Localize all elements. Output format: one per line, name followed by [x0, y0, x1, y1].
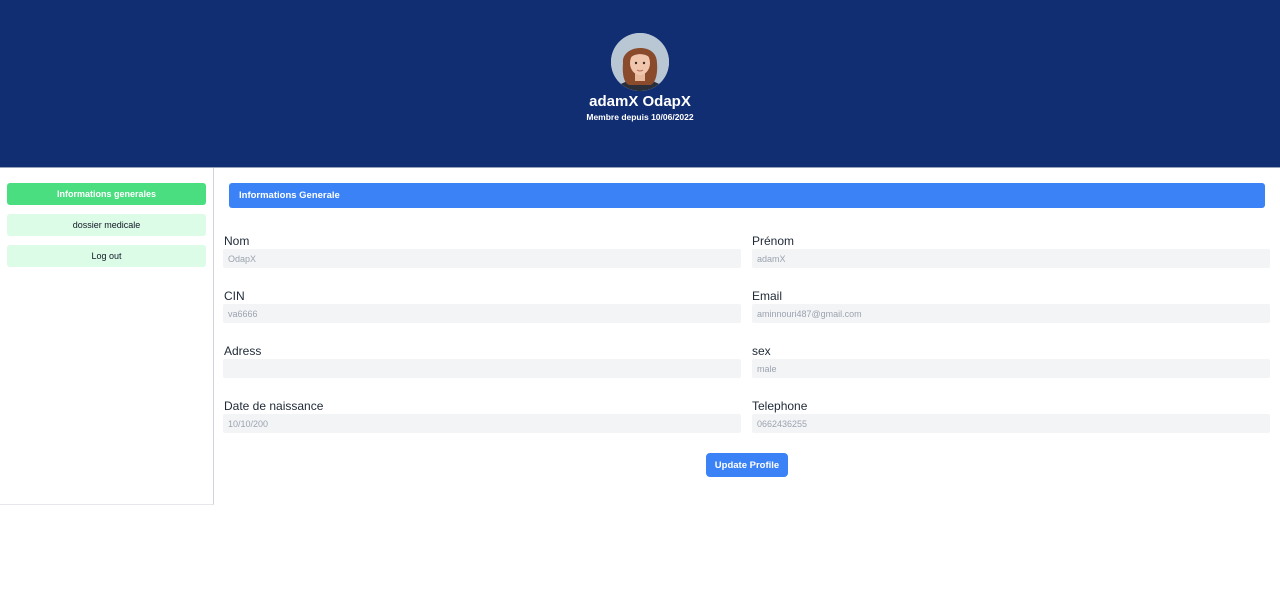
adress-label: Adress — [224, 344, 262, 358]
user-photo-icon — [611, 33, 669, 91]
nom-field[interactable] — [223, 249, 741, 268]
cin-field[interactable] — [223, 304, 741, 323]
sidebar: Informations generales dossier medicale … — [0, 168, 214, 505]
sex-field[interactable] — [752, 359, 1270, 378]
sex-label: sex — [752, 344, 771, 358]
adress-field[interactable] — [223, 359, 741, 378]
telephone-label: Telephone — [752, 399, 808, 413]
date-naissance-label: Date de naissance — [224, 399, 324, 413]
email-field[interactable] — [752, 304, 1270, 323]
avatar — [611, 33, 669, 91]
cin-label: CIN — [224, 289, 245, 303]
prenom-label: Prénom — [752, 234, 795, 248]
telephone-field[interactable] — [752, 414, 1270, 433]
sidebar-item-informations-generales[interactable]: Informations generales — [7, 183, 206, 205]
user-name: adamX OdapX — [589, 93, 691, 110]
member-since: Membre depuis 10/06/2022 — [586, 112, 694, 122]
nom-label: Nom — [224, 234, 250, 248]
date-naissance-field[interactable] — [223, 414, 741, 433]
sidebar-item-log-out[interactable]: Log out — [7, 245, 206, 267]
section-title: Informations Generale — [229, 183, 1265, 208]
update-profile-button[interactable]: Update Profile — [706, 453, 788, 477]
profile-header: adamX OdapX Membre depuis 10/06/2022 — [0, 0, 1280, 168]
sidebar-item-dossier-medicale[interactable]: dossier medicale — [7, 214, 206, 236]
email-label: Email — [752, 289, 783, 303]
prenom-field[interactable] — [752, 249, 1270, 268]
